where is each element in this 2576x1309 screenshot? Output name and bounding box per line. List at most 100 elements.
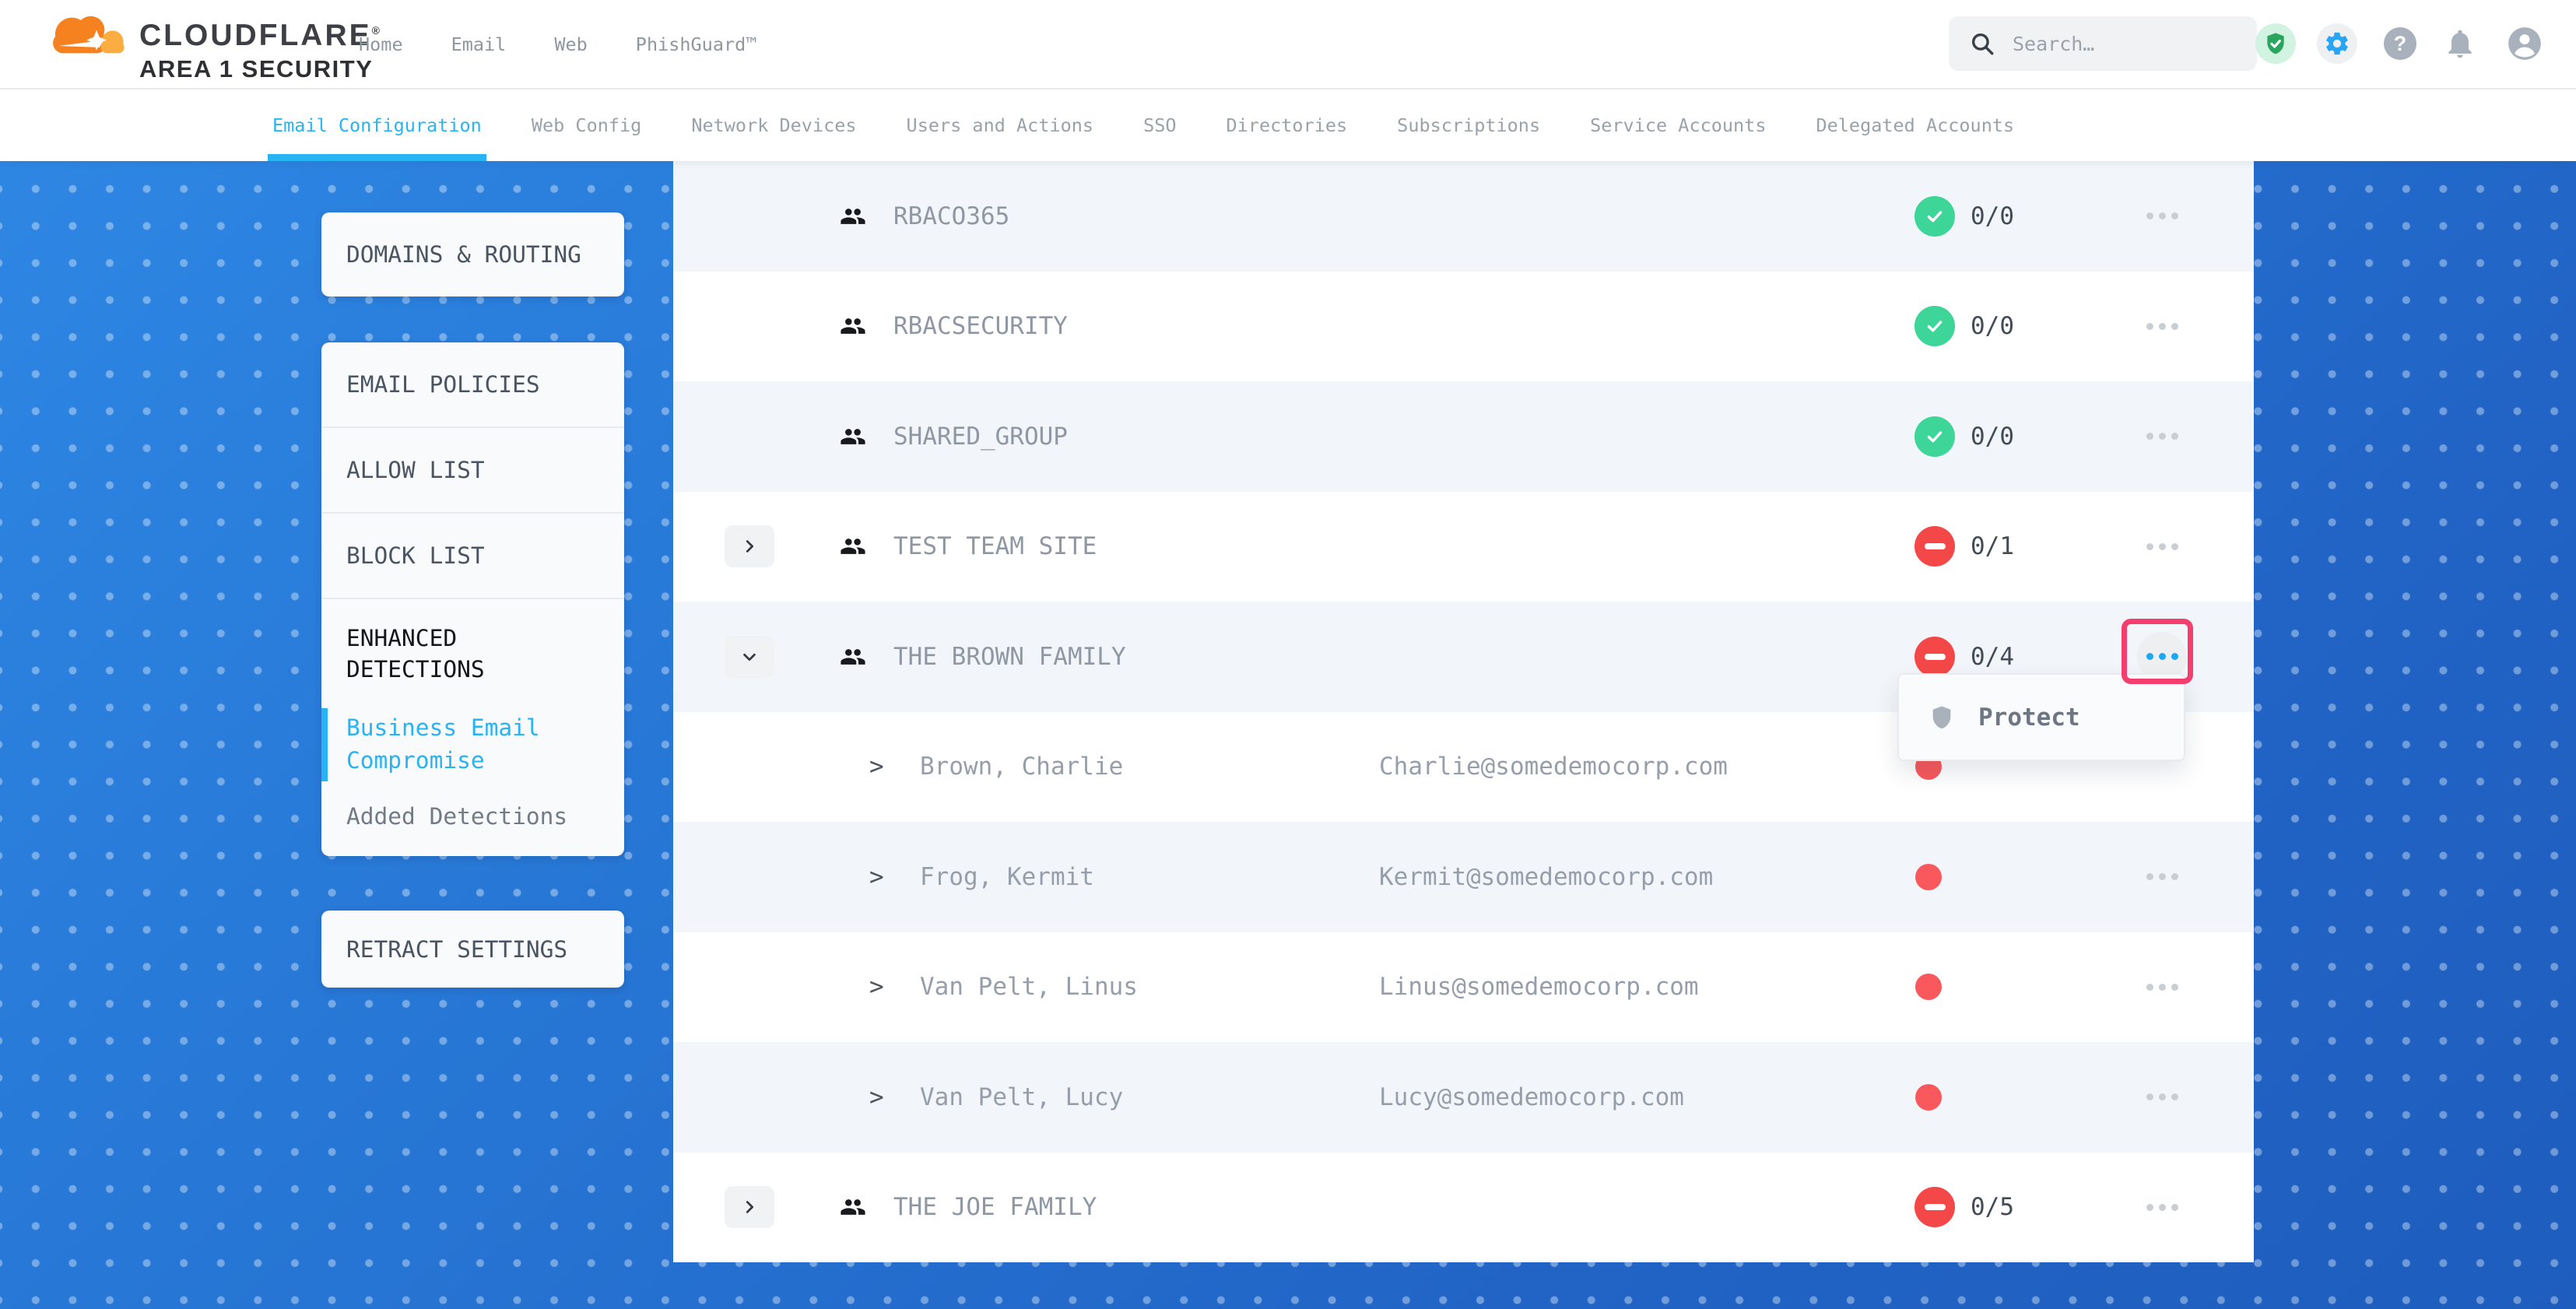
member-arrow-icon[interactable]: >: [869, 863, 884, 891]
shield-icon: [1928, 704, 1955, 731]
tab-email-configuration[interactable]: Email Configuration: [272, 89, 482, 161]
cloudflare-logo[interactable]: CLOUDFLARE® AREA 1 SECURITY: [43, 6, 380, 85]
sidebar-item-allow-list[interactable]: ALLOW LIST: [321, 428, 624, 514]
row-menu-button[interactable]: [2137, 301, 2187, 351]
brand-tagline: AREA 1 SECURITY: [139, 54, 373, 85]
expand-row-button[interactable]: [725, 1186, 774, 1228]
sidebar-label: ALLOW LIST: [346, 457, 485, 483]
notifications-button[interactable]: [2443, 26, 2477, 61]
context-menu-protect[interactable]: Protect: [1897, 673, 2185, 761]
row-menu-button[interactable]: [2137, 852, 2187, 902]
protected-count: 0/5: [1971, 1193, 2014, 1221]
cloudflare-cloud-icon: [43, 11, 130, 59]
tab-network-devices[interactable]: Network Devices: [691, 89, 856, 161]
member-name: Brown, Charlie: [920, 753, 1123, 781]
gear-icon: [2324, 30, 2350, 57]
status-protected-icon: [1914, 416, 1955, 457]
content-area: DOMAINS & ROUTING EMAIL POLICIES ALLOW L…: [0, 161, 2576, 1309]
top-nav: Home Email Web PhishGuard™: [359, 0, 756, 88]
search-placeholder: Search…: [2013, 33, 2094, 55]
group-name: RBACO365: [893, 202, 1009, 230]
row-menu-button[interactable]: [2137, 1182, 2187, 1232]
member-name: Frog, Kermit: [920, 863, 1094, 891]
row-menu-button[interactable]: [2137, 962, 2187, 1012]
status-protected-icon: [1914, 306, 1955, 346]
status-unprotected-dot: [1915, 1084, 1942, 1111]
table-row-group: RBACO365 0/0: [673, 161, 2254, 272]
group-name: THE BROWN FAMILY: [893, 643, 1126, 671]
chevron-right-icon: [741, 538, 758, 555]
brand-text: CLOUDFLARE® AREA 1 SECURITY: [139, 6, 380, 85]
row-menu-button[interactable]: [2137, 1072, 2187, 1122]
avatar-icon: [2505, 24, 2544, 63]
status-unprotected-dot: [1915, 864, 1942, 890]
protected-count: 0/0: [1971, 423, 2014, 451]
sidebar-item-retract-settings[interactable]: RETRACT SETTINGS: [321, 911, 624, 988]
group-icon: [837, 1194, 869, 1220]
tab-directories[interactable]: Directories: [1227, 89, 1348, 161]
row-menu-button[interactable]: [2137, 412, 2187, 461]
account-button[interactable]: [2505, 24, 2544, 63]
sidebar-label: BLOCK LIST: [346, 542, 485, 569]
chevron-down-icon: [741, 648, 758, 665]
groups-table: RBACO365 0/0 RBACSECURITY 0/0: [673, 161, 2254, 1262]
settings-button[interactable]: [2317, 23, 2357, 64]
sidebar-item-enhanced-detections[interactable]: ENHANCED DETECTIONS: [321, 623, 580, 685]
search-icon: [1969, 30, 1995, 57]
status-unprotected-icon: [1914, 526, 1955, 567]
table-row-member: > Van Pelt, Linus Linus@somedemocorp.com: [673, 932, 2254, 1043]
group-icon: [837, 203, 869, 230]
sidebar-item-added-detections[interactable]: Added Detections: [321, 803, 624, 830]
table-row-group: RBACSECURITY 0/0: [673, 272, 2254, 382]
member-arrow-icon[interactable]: >: [869, 973, 884, 1001]
bell-icon: [2443, 26, 2477, 61]
tab-service-accounts[interactable]: Service Accounts: [1590, 89, 1766, 161]
member-arrow-icon[interactable]: >: [869, 753, 884, 781]
tab-web-config[interactable]: Web Config: [532, 89, 641, 161]
group-name: RBACSECURITY: [893, 312, 1068, 340]
member-email: Kermit@somedemocorp.com: [1379, 863, 1713, 891]
row-menu-button[interactable]: [2137, 191, 2187, 241]
table-row-group: THE JOE FAMILY 0/5: [673, 1153, 2254, 1263]
tab-subscriptions[interactable]: Subscriptions: [1397, 89, 1540, 161]
shield-check-icon: [2263, 31, 2288, 56]
protected-count: 0/0: [1971, 312, 2014, 340]
security-status-button[interactable]: [2255, 23, 2296, 64]
sidebar-item-block-list[interactable]: BLOCK LIST: [321, 514, 624, 599]
table-row-member: > Van Pelt, Lucy Lucy@somedemocorp.com: [673, 1042, 2254, 1153]
row-menu-button[interactable]: [2137, 521, 2187, 571]
nav-item-home[interactable]: Home: [359, 33, 403, 55]
brand-wordmark: CLOUDFLARE®: [139, 12, 380, 54]
expand-row-button[interactable]: [725, 525, 774, 567]
sidebar-item-email-policies[interactable]: EMAIL POLICIES: [321, 342, 624, 428]
tab-users-and-actions[interactable]: Users and Actions: [907, 89, 1094, 161]
collapse-row-button[interactable]: [725, 636, 774, 678]
sidebar-group-enhanced-detections: ENHANCED DETECTIONS Business Email Compr…: [321, 599, 624, 830]
tab-delegated-accounts[interactable]: Delegated Accounts: [1816, 89, 2014, 161]
group-icon: [837, 644, 869, 670]
status-unprotected-icon: [1914, 637, 1955, 677]
member-name: Van Pelt, Lucy: [920, 1083, 1123, 1111]
nav-item-email[interactable]: Email: [451, 33, 507, 55]
tab-sso[interactable]: SSO: [1143, 89, 1176, 161]
member-email: Linus@somedemocorp.com: [1379, 973, 1699, 1001]
group-icon: [837, 313, 869, 339]
nav-item-web[interactable]: Web: [554, 33, 587, 55]
status-protected-icon: [1914, 196, 1955, 237]
table-row-group: SHARED_GROUP 0/0: [673, 381, 2254, 492]
context-menu-item-label: Protect: [1978, 704, 2080, 732]
sidebar-policies-card: EMAIL POLICIES ALLOW LIST BLOCK LIST ENH…: [321, 342, 624, 856]
nav-item-phishguard[interactable]: PhishGuard™: [636, 33, 757, 55]
help-button[interactable]: ?: [2384, 27, 2416, 60]
sidebar-item-domains-routing[interactable]: DOMAINS & ROUTING: [321, 212, 624, 297]
protected-count: 0/0: [1971, 202, 2014, 230]
member-arrow-icon[interactable]: >: [869, 1083, 884, 1111]
group-icon: [837, 533, 869, 560]
sidebar-item-business-email-compromise[interactable]: Business Email Compromise: [321, 708, 580, 781]
group-name: TEST TEAM SITE: [893, 532, 1097, 560]
sidebar-label: EMAIL POLICIES: [346, 371, 540, 398]
sidebar-label: RETRACT SETTINGS: [346, 936, 567, 963]
top-header: CLOUDFLARE® AREA 1 SECURITY Home Email W…: [0, 0, 2576, 89]
group-name: SHARED_GROUP: [893, 423, 1068, 451]
search-input[interactable]: Search…: [1949, 16, 2257, 71]
